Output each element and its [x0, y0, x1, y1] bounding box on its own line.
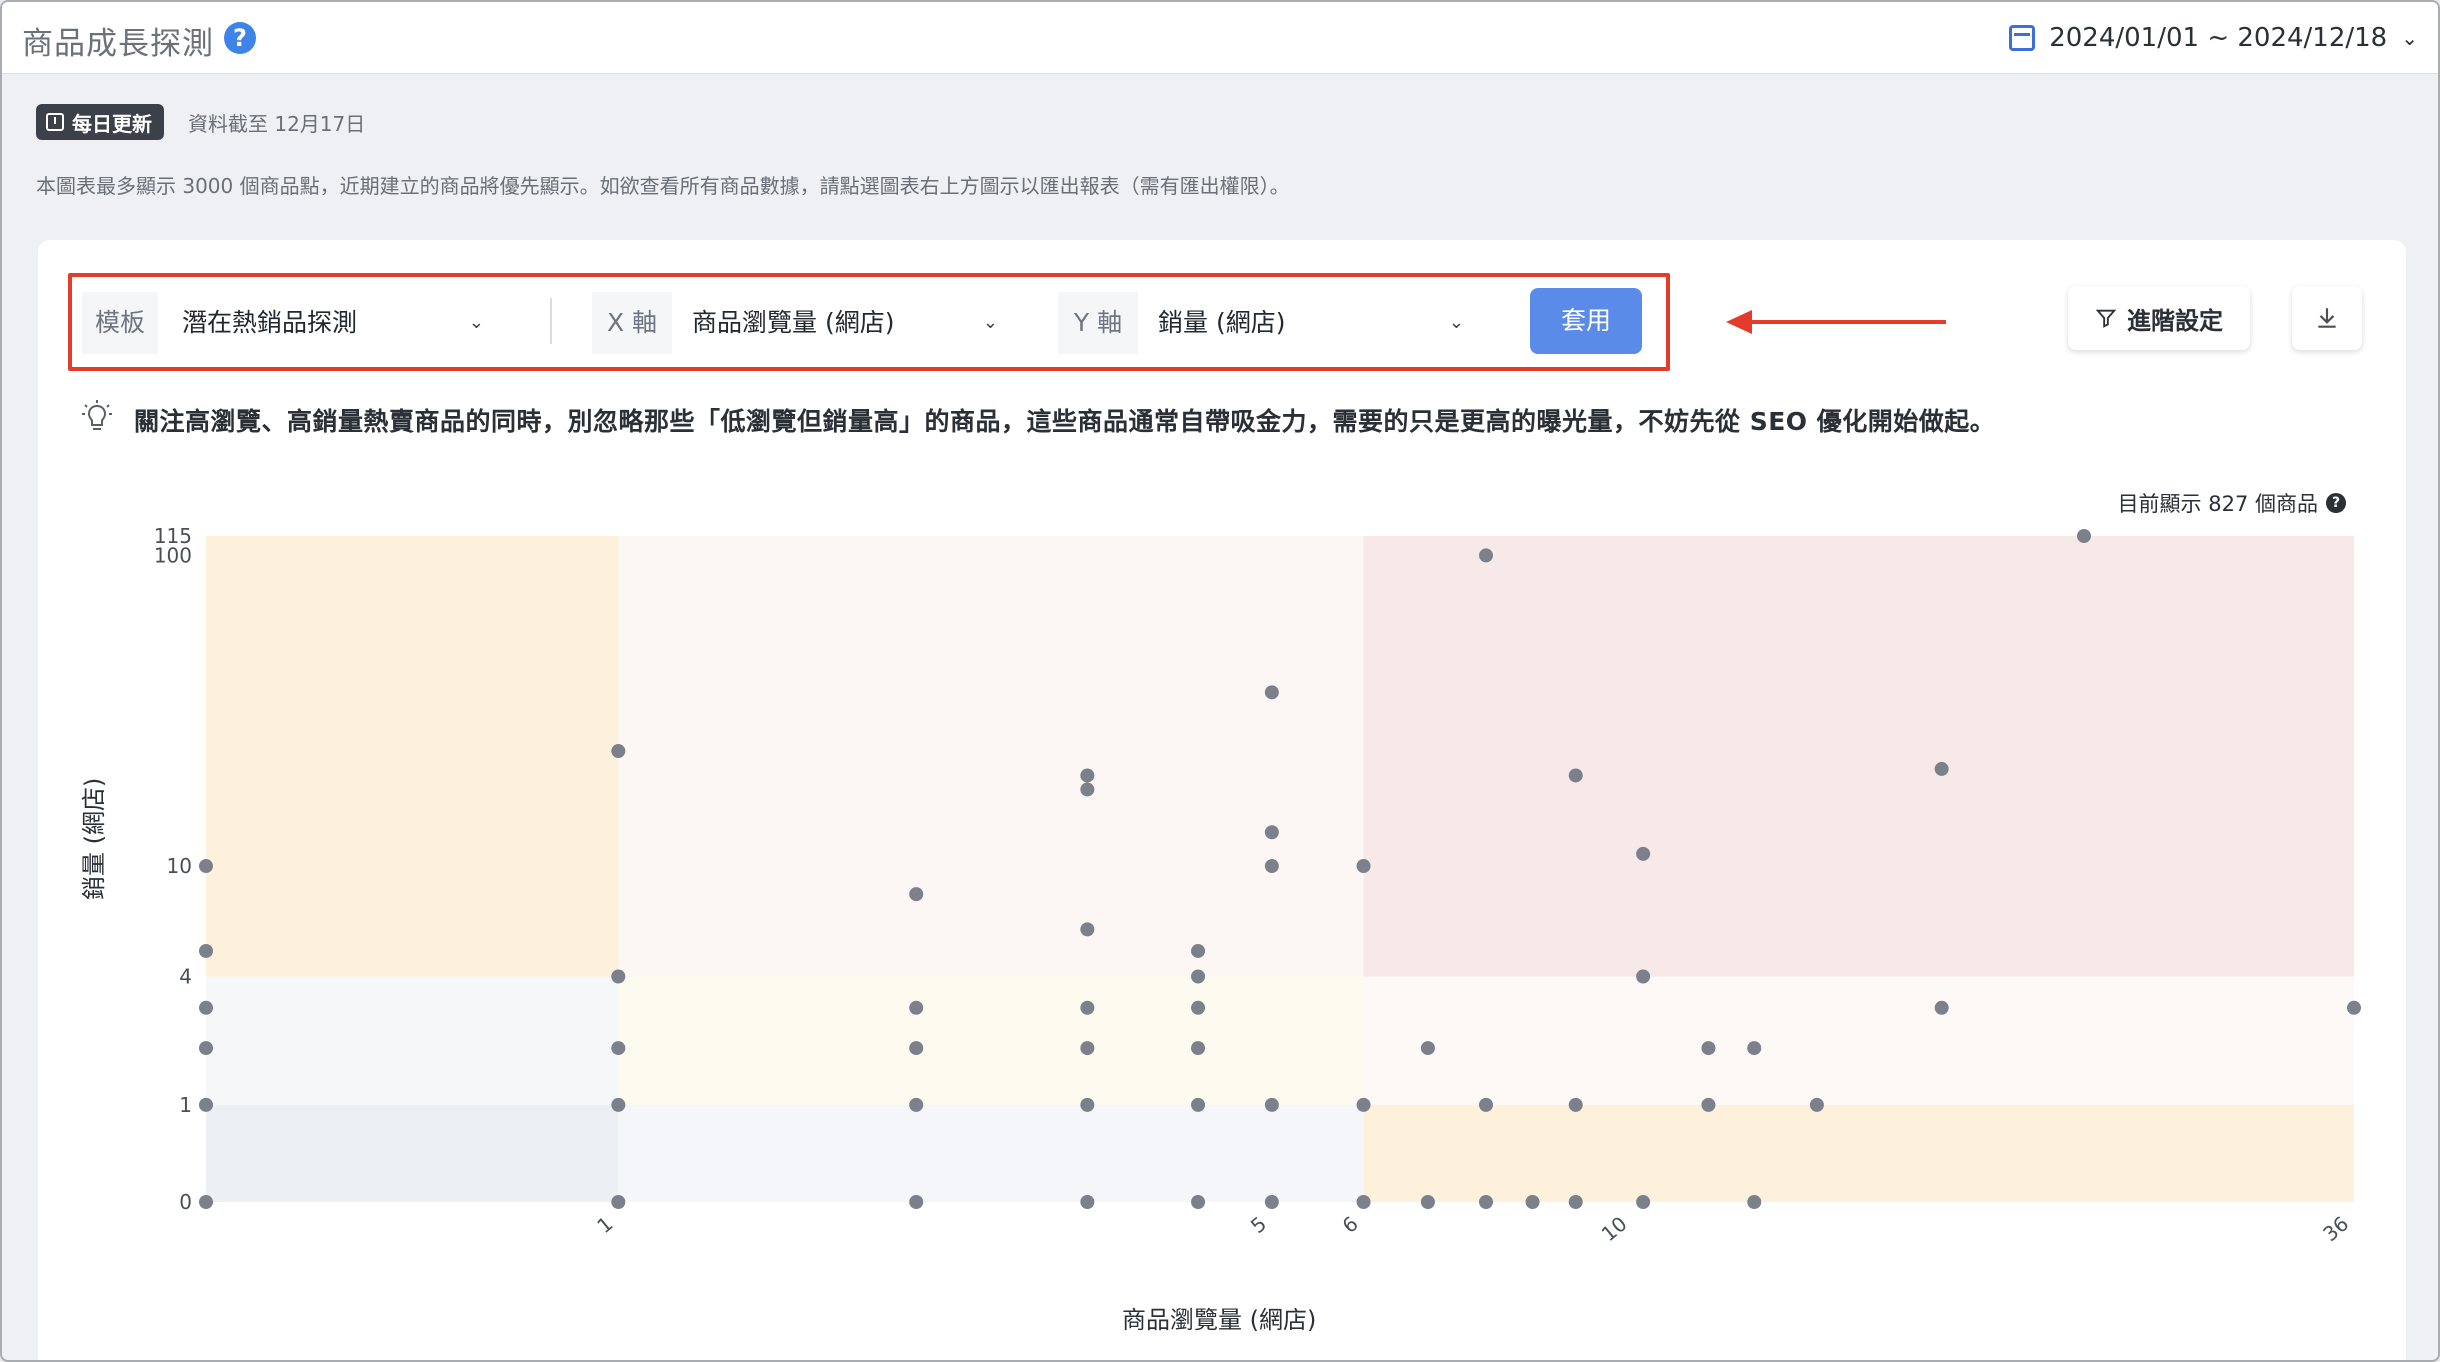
- quadrant-region: [618, 536, 1364, 977]
- data-point: [611, 969, 626, 984]
- x-tick-label: 6: [1338, 1211, 1363, 1238]
- data-point: [1356, 1195, 1371, 1209]
- data-point: [1080, 1195, 1095, 1209]
- quadrant-region: [1363, 976, 2354, 1105]
- y-tick-label: 10: [167, 854, 192, 878]
- x-tick-label: 36: [2318, 1211, 2353, 1246]
- data-point: [2347, 1000, 2361, 1015]
- data-point: [1636, 1195, 1651, 1209]
- data-point: [1479, 1195, 1494, 1209]
- data-point: [1080, 922, 1095, 937]
- y-axis-title: 銷量 (網店): [80, 777, 108, 900]
- data-point: [199, 1097, 213, 1112]
- data-point: [199, 1000, 213, 1015]
- data-point: [1356, 859, 1371, 874]
- data-point: [1264, 685, 1279, 700]
- data-point: [1264, 1195, 1279, 1209]
- data-point: [1420, 1195, 1435, 1209]
- data-point: [1479, 548, 1494, 563]
- data-point: [1080, 1097, 1095, 1112]
- quadrant-region: [618, 1104, 1364, 1202]
- data-point: [1636, 969, 1651, 984]
- data-point: [1420, 1041, 1435, 1056]
- data-point: [611, 1041, 626, 1056]
- data-point: [199, 1041, 213, 1056]
- data-point: [199, 859, 213, 874]
- data-point: [909, 1097, 924, 1112]
- data-point: [611, 1195, 626, 1209]
- data-point: [1191, 1195, 1206, 1209]
- data-point: [1264, 1097, 1279, 1112]
- data-point: [1568, 1195, 1583, 1209]
- data-point: [1701, 1097, 1716, 1112]
- data-point: [1479, 1097, 1494, 1112]
- y-tick-label: 4: [179, 965, 192, 989]
- quadrant-region: [1363, 1104, 2354, 1202]
- data-point: [2076, 529, 2091, 543]
- data-point: [1934, 761, 1949, 776]
- app-window: 商品成長探測 ? 2024/01/01 ~ 2024/12/18 ⌄ 每日更新 …: [0, 0, 2440, 1362]
- data-point: [909, 1041, 924, 1056]
- data-point: [1264, 825, 1279, 840]
- data-point: [1080, 1000, 1095, 1015]
- y-tick-label: 0: [179, 1190, 192, 1214]
- x-tick-label: 5: [1246, 1211, 1271, 1238]
- scatter-chart: 014101001151 5 6 10 36: [154, 524, 2361, 1246]
- y-tick-label: 1: [179, 1093, 192, 1117]
- data-point: [909, 1195, 924, 1209]
- data-point: [1191, 1000, 1206, 1015]
- data-point: [1809, 1097, 1824, 1112]
- data-point: [1191, 1041, 1206, 1056]
- x-axis-title: 商品瀏覽量 (網店): [1122, 1306, 1317, 1334]
- quadrant-region: [206, 976, 619, 1105]
- quadrant-region: [1363, 536, 2354, 977]
- data-point: [199, 1195, 213, 1209]
- data-point: [1191, 943, 1206, 958]
- data-point: [1568, 768, 1583, 783]
- data-point: [1356, 1097, 1371, 1112]
- quadrant-region: [206, 1104, 619, 1202]
- x-tick-label: 1: [592, 1211, 617, 1238]
- quadrant-region: [618, 976, 1364, 1105]
- data-point: [1264, 859, 1279, 874]
- data-point: [1701, 1041, 1716, 1056]
- data-point: [611, 744, 626, 759]
- data-point: [1080, 768, 1095, 783]
- data-point: [1934, 1000, 1949, 1015]
- data-point: [1636, 846, 1651, 861]
- data-point: [199, 943, 213, 958]
- y-tick-label: 115: [154, 524, 192, 548]
- data-point: [1747, 1195, 1762, 1209]
- x-tick-label: 10: [1597, 1211, 1632, 1246]
- data-point: [909, 887, 924, 902]
- data-point: [1747, 1041, 1762, 1056]
- data-point: [1080, 1041, 1095, 1056]
- data-point: [1080, 782, 1095, 797]
- data-point: [1191, 1097, 1206, 1112]
- data-point: [1525, 1195, 1540, 1209]
- quadrant-region: [206, 536, 619, 977]
- data-point: [909, 1000, 924, 1015]
- data-point: [611, 1097, 626, 1112]
- data-point: [1568, 1097, 1583, 1112]
- data-point: [1191, 969, 1206, 984]
